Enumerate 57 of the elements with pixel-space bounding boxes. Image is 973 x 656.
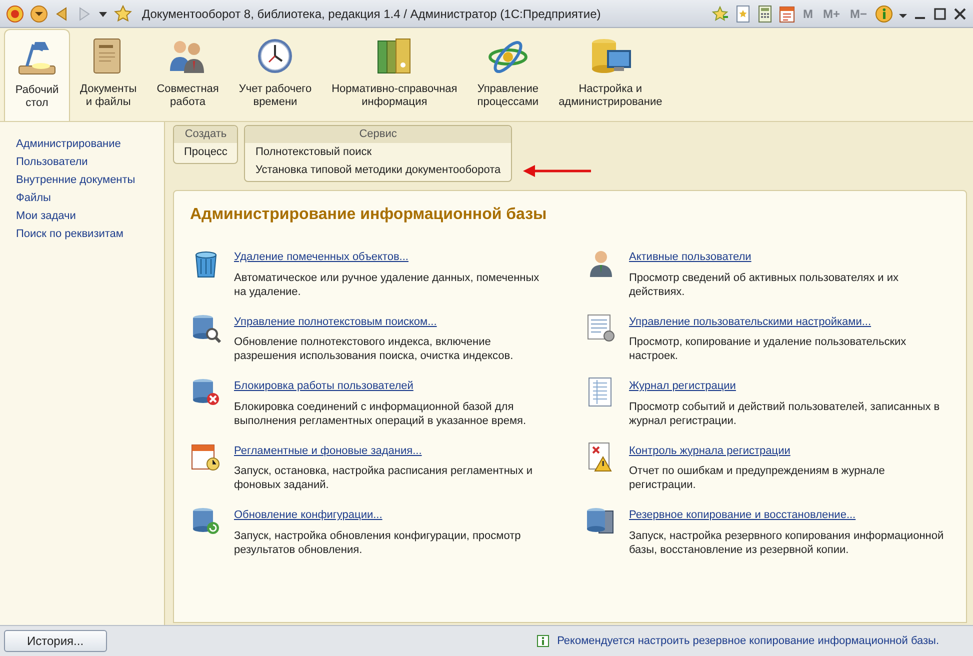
star-icon[interactable] [114, 4, 132, 22]
history-button[interactable]: История... [4, 630, 107, 652]
window-title: Документооборот 8, библиотека, редакция 1.4 / Администратор (1С:Предприятие) [142, 6, 602, 22]
settings-list-icon [585, 312, 617, 344]
action-link[interactable]: Резервное копирование и восстановление... [629, 507, 856, 524]
command-link[interactable]: Установка типовой методики документооборота [245, 161, 511, 179]
favorite-star-icon[interactable] [710, 4, 729, 22]
action-description: Просмотр, копирование и удаление пользовательских настроек. [629, 335, 908, 363]
panel-title: Администрирование информационной базы [190, 205, 548, 225]
status-message: Рекомендуется настроить резервное копирование информационной базы. [557, 634, 939, 649]
command-link[interactable]: Полнотекстовый поиск [245, 143, 511, 161]
action-description: Отчет по ошибкам и предупреждениям в журнале регистрации. [629, 464, 886, 492]
sidebar-link[interactable]: Мои задачи [16, 208, 76, 224]
close-icon[interactable] [953, 6, 967, 22]
command-link[interactable]: Процесс [174, 143, 238, 161]
action-description: Запуск, настройка обновления конфигурации, просмотр результатов обновления. [234, 528, 522, 556]
info-icon [537, 635, 550, 647]
action-link[interactable]: Активные пользователи [629, 249, 752, 266]
arrow-drawing [523, 164, 593, 178]
database-refresh-icon [190, 505, 222, 537]
section-tab[interactable]: Управление процессами [467, 29, 549, 121]
app-logo-icon[interactable] [6, 4, 24, 22]
section-tab[interactable]: Учет рабочего времени [228, 29, 322, 121]
calendar-icon[interactable] [778, 4, 795, 22]
action-description: Просмотр сведений об активных пользователях и их действиях. [629, 270, 900, 298]
group-title: Создать [174, 126, 238, 143]
sidebar-link[interactable]: Внутренние документы [16, 172, 136, 188]
action-description: Блокировка соединений с информационной базой для выполнения регламентных операций в указанное время. [234, 400, 528, 428]
action-link[interactable]: Регламентные и фоновые задания... [234, 442, 422, 459]
action-link[interactable]: Удаление помеченных объектов... [234, 249, 408, 266]
action-link[interactable]: Блокировка работы пользователей [234, 378, 414, 394]
sidebar-link[interactable]: Администрирование [16, 136, 121, 152]
action-description: Просмотр событий и действий пользователей, записанных в журнал регистрации. [629, 400, 941, 428]
section-tab[interactable]: Совместная работа [146, 29, 229, 121]
action-link[interactable]: Обновление конфигурации... [234, 507, 382, 524]
action-link[interactable]: Журнал регистрации [629, 378, 736, 394]
section-tab[interactable]: Настройка и администрирование [548, 29, 672, 121]
database-block-icon [190, 376, 222, 408]
action-link[interactable]: Контроль журнала регистрации [629, 442, 790, 459]
action-description: Автоматическое или ручное удаление данных, помеченных на удаление. [234, 270, 540, 298]
dropdown-menu-icon[interactable] [30, 4, 48, 22]
action-link[interactable]: Управление полнотекстовым поиском... [234, 314, 437, 330]
maximize-icon[interactable] [933, 6, 947, 22]
section-tab[interactable]: Документы и файлы [70, 29, 147, 121]
sidebar-link[interactable]: Пользователи [16, 154, 88, 170]
action-description: Обновление полнотекстового индекса, включение разрешения использования поиска, очистка индексов. [234, 335, 514, 363]
group-title: Сервис [245, 126, 511, 143]
action-description: Запуск, настройка резервного копирования информационной базы, восстановление из резервной копии. [629, 528, 945, 556]
sidebar-link[interactable]: Файлы [16, 190, 51, 206]
action-link[interactable]: Управление пользовательскими настройками... [629, 314, 872, 330]
sidebar-link[interactable]: Поиск по реквизитам [16, 226, 124, 242]
bookmark-icon[interactable] [734, 4, 751, 22]
info-icon[interactable] [875, 4, 893, 22]
section-tab[interactable]: Нормативно-справочная информация [322, 29, 468, 121]
calculator-icon[interactable] [756, 4, 773, 22]
section-tab[interactable]: Рабочий стол [4, 29, 70, 121]
action-description: Запуск, остановка, настройка расписания регламентных и фоновых заданий. [234, 464, 534, 492]
